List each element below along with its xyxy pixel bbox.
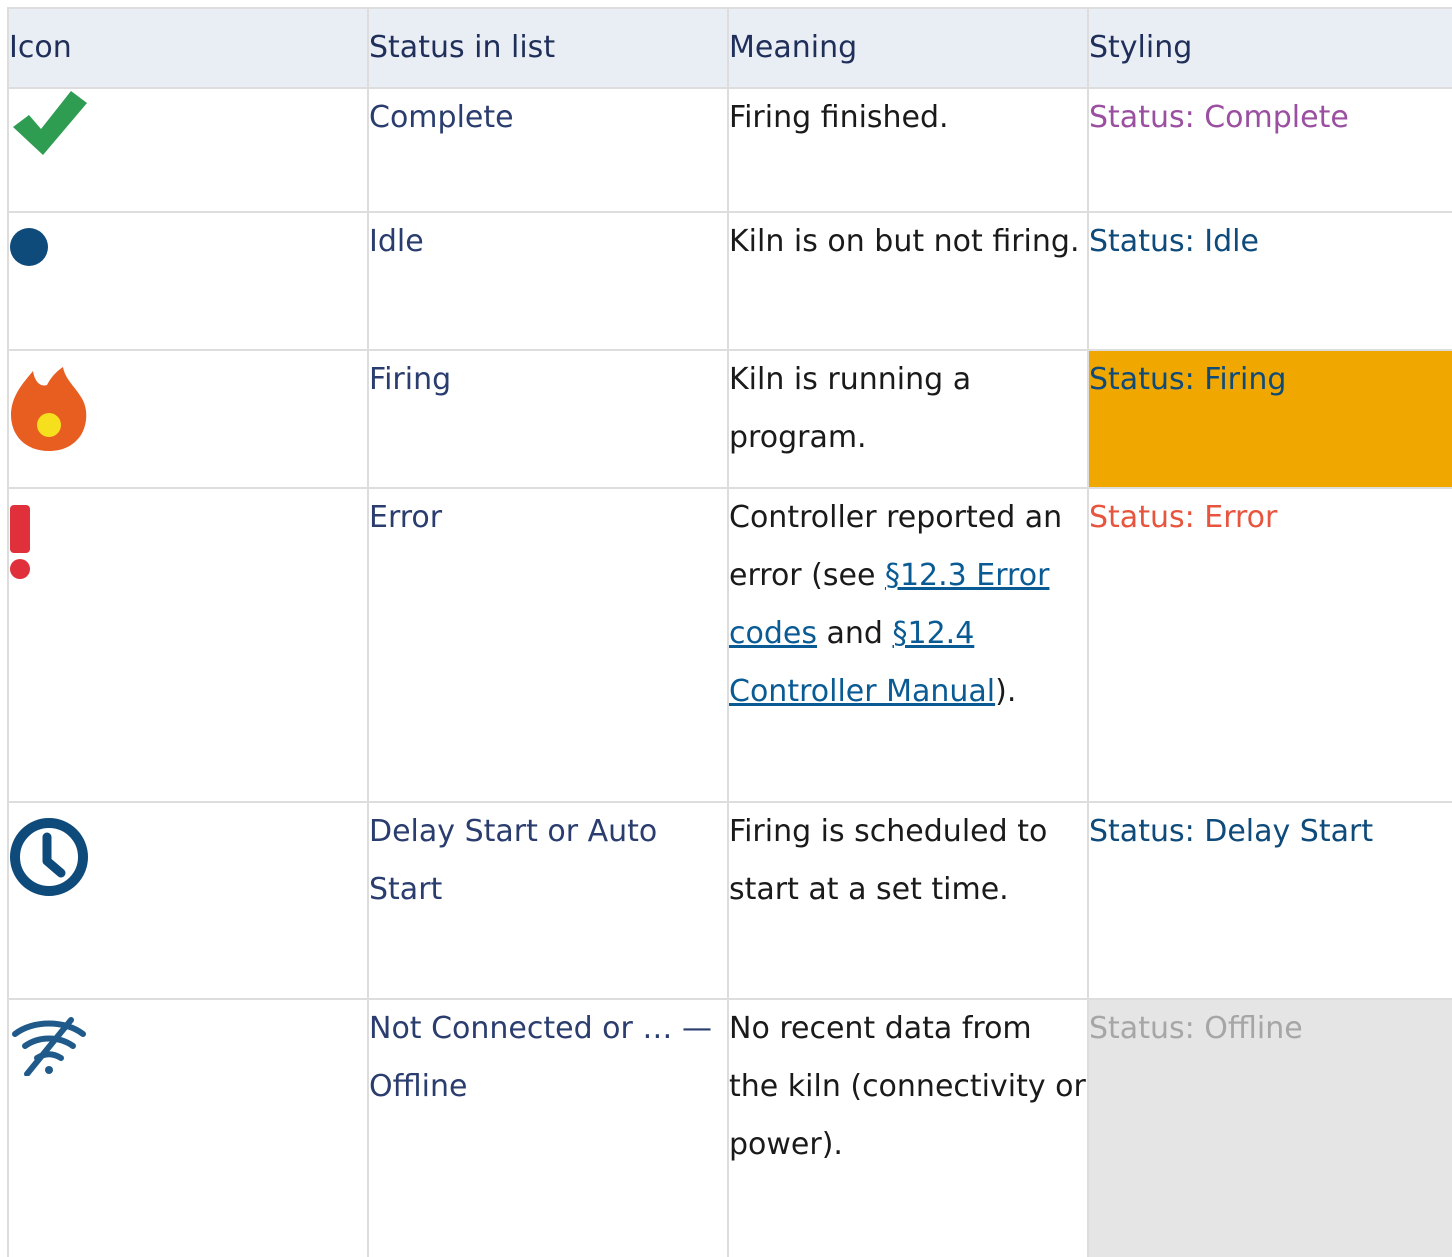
meaning-cell: No recent data from the kiln (connectivi… — [727, 998, 1089, 1257]
status-label: Complete — [369, 100, 514, 135]
icon-cell — [7, 87, 369, 213]
icon-cell — [7, 487, 369, 803]
styling-cell: Status: Idle — [1087, 211, 1452, 351]
styling-cell: Status: Firing — [1087, 349, 1452, 489]
header-meaning: Meaning — [727, 7, 1089, 89]
table-row-idle: Idle Kiln is on but not firing. Status: … — [7, 211, 1452, 351]
icon-cell — [7, 801, 369, 1000]
flame-icon — [9, 365, 367, 453]
status-cell: Error — [367, 487, 729, 803]
table-row-error: Error Controller reported an error (see … — [7, 487, 1452, 803]
styling-sample: Status: Complete — [1089, 100, 1349, 135]
clock-icon — [9, 817, 367, 897]
wifi-off-icon — [9, 1016, 367, 1076]
meaning-cell: Firing finished. — [727, 87, 1089, 213]
styling-sample: Status: Offline — [1089, 1011, 1303, 1046]
styling-cell: Status: Delay Start — [1087, 801, 1452, 1000]
styling-sample: Status: Error — [1089, 500, 1278, 535]
styling-sample: Status: Delay Start — [1089, 814, 1374, 849]
status-cell: Complete — [367, 87, 729, 213]
icon-cell — [7, 998, 369, 1257]
status-label: Error — [369, 500, 443, 535]
icon-cell — [7, 349, 369, 489]
status-separator: or — [537, 814, 588, 849]
status-label: Delay Start — [369, 814, 538, 849]
styling-cell: Status: Offline — [1087, 998, 1452, 1257]
icon-cell — [7, 211, 369, 351]
status-cell: Idle — [367, 211, 729, 351]
table-row-firing: Firing Kiln is running a program. Status… — [7, 349, 1452, 489]
styling-cell: Status: Error — [1087, 487, 1452, 803]
header-styling: Styling — [1087, 7, 1452, 89]
header-row: Icon Status in list Meaning Styling — [7, 7, 1452, 89]
meaning-cell: Controller reported an error (see §12.3 … — [727, 487, 1089, 803]
meaning-text: and — [816, 616, 893, 651]
status-cell: Firing — [367, 349, 729, 489]
styling-cell: Status: Complete — [1087, 87, 1452, 213]
status-cell: Delay Start or Auto Start — [367, 801, 729, 1000]
table-row-delay-start: Delay Start or Auto Start Firing is sche… — [7, 801, 1452, 1000]
meaning-cell: Kiln is running a program. — [727, 349, 1089, 489]
styling-sample: Status: Firing — [1089, 362, 1287, 397]
table-row-complete: Complete Firing finished. Status: Comple… — [7, 87, 1452, 213]
status-label: Idle — [369, 224, 424, 259]
status-label: Firing — [369, 362, 452, 397]
status-table: Icon Status in list Meaning Styling Comp… — [7, 7, 1452, 1257]
meaning-cell: Firing is scheduled to start at a set ti… — [727, 801, 1089, 1000]
header-icon: Icon — [7, 7, 369, 89]
table-row-offline: Not Connected or … — Offline No recent d… — [7, 998, 1452, 1257]
meaning-cell: Kiln is on but not firing. — [727, 211, 1089, 351]
status-separator: or … — [592, 1011, 682, 1046]
styling-sample: Status: Idle — [1089, 224, 1259, 259]
dot-icon — [9, 227, 367, 267]
header-status: Status in list — [367, 7, 729, 89]
checkmark-icon — [9, 89, 367, 159]
exclamation-icon — [9, 505, 367, 581]
meaning-text: ). — [995, 674, 1017, 709]
status-cell: Not Connected or … — Offline — [367, 998, 729, 1257]
status-label: Not Connected — [369, 1011, 593, 1046]
